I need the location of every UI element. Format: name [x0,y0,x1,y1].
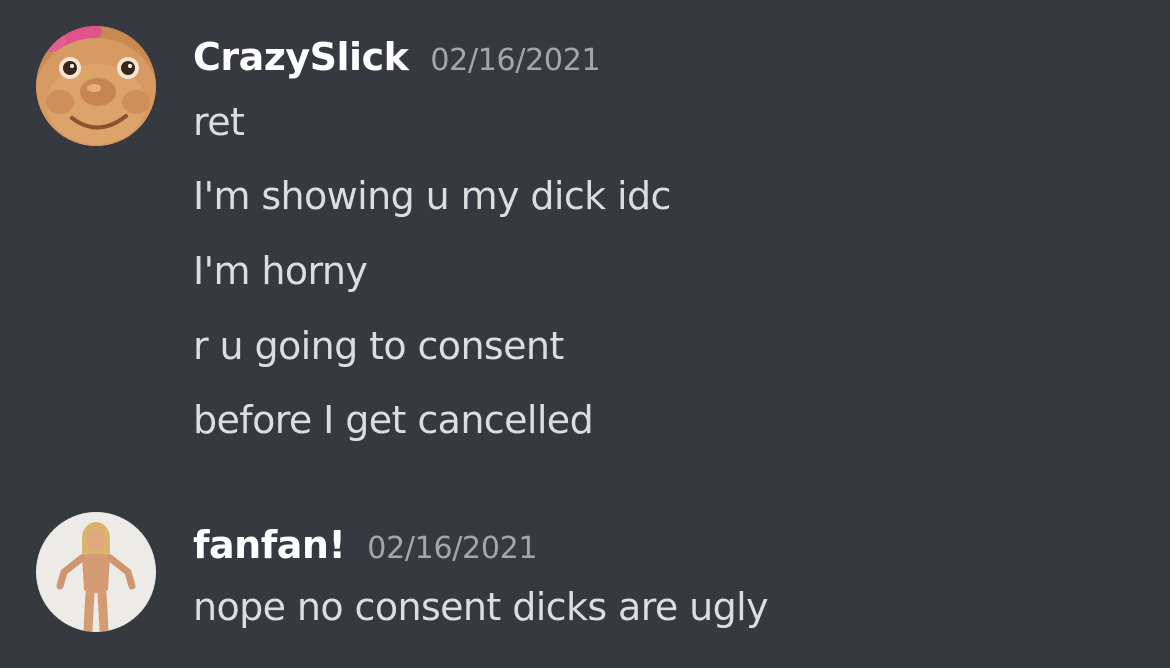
message-header: fanfan! 02/16/2021 [193,523,538,567]
message-text: ret [193,100,245,144]
message-header: CrazySlick 02/16/2021 [193,35,601,79]
username[interactable]: fanfan! [193,523,346,567]
timestamp: 02/16/2021 [430,43,601,78]
chat-messages: CrazySlick 02/16/2021 ret I'm showing u m… [0,0,1170,668]
message-text: r u going to consent [193,324,564,368]
message-text: before I get cancelled [193,398,594,442]
doll-figure-avatar[interactable] [36,512,156,632]
message-text: nope no consent dicks are ugly [193,585,769,629]
message-text: I'm showing u my dick idc [193,174,671,218]
timestamp: 02/16/2021 [367,531,538,566]
username[interactable]: CrazySlick [193,35,409,79]
troll-doll-avatar[interactable] [36,26,156,146]
message-text: I'm horny [193,249,368,293]
